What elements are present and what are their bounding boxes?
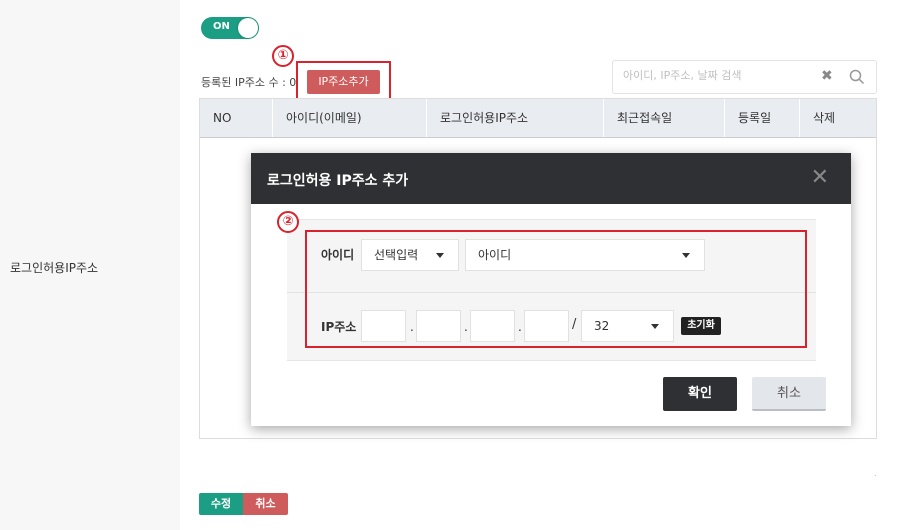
stray-dot: . xyxy=(874,469,877,478)
add-ip-dialog: 로그인허용 IP주소 추가 ✕ 아이디 선택입력 아이디 IP주소 . . . … xyxy=(251,153,851,426)
column-header-no: NO xyxy=(200,99,273,137)
close-icon[interactable]: ✖ xyxy=(821,68,833,84)
dialog-title: 로그인허용 IP주소 추가 xyxy=(267,173,409,189)
close-icon[interactable]: ✕ xyxy=(811,167,829,189)
search-bar: ✖ xyxy=(612,60,877,94)
annotation-marker-1: ① xyxy=(272,45,294,67)
toggle-label: ON xyxy=(213,21,230,32)
save-button[interactable]: 수정 xyxy=(199,493,243,515)
dialog-header: 로그인허용 IP주소 추가 ✕ xyxy=(251,153,851,204)
highlight-box-form xyxy=(305,230,807,348)
highlight-box-add-button xyxy=(296,61,391,102)
column-header-delete: 삭제 xyxy=(813,111,836,125)
search-input[interactable] xyxy=(623,69,813,82)
table-header: NO 아이디(이메일) 로그인허용IP주소 최근접속일 등록일 삭제 xyxy=(200,99,876,138)
column-header-last-login: 최근접속일 xyxy=(604,99,725,137)
search-icon[interactable] xyxy=(849,69,865,85)
column-header-registered: 등록일 xyxy=(725,99,800,137)
settings-label-panel: 로그인허용IP주소 xyxy=(0,0,180,530)
ip-restriction-toggle[interactable]: ON xyxy=(201,17,259,39)
cancel-bottom-button[interactable]: 취소 xyxy=(243,493,288,515)
confirm-button[interactable]: 확인 xyxy=(663,377,737,411)
setting-label: 로그인허용IP주소 xyxy=(10,261,99,275)
toggle-knob xyxy=(238,18,258,38)
cancel-button[interactable]: 취소 xyxy=(752,377,826,411)
column-header-id: 아이디(이메일) xyxy=(273,99,427,137)
registered-ip-count-label: 등록된 IP주소 수 : xyxy=(201,76,290,89)
annotation-marker-2: ② xyxy=(277,211,299,233)
registered-ip-count: 등록된 IP주소 수 : 0 xyxy=(201,74,296,90)
column-header-ip: 로그인허용IP주소 xyxy=(427,99,604,137)
